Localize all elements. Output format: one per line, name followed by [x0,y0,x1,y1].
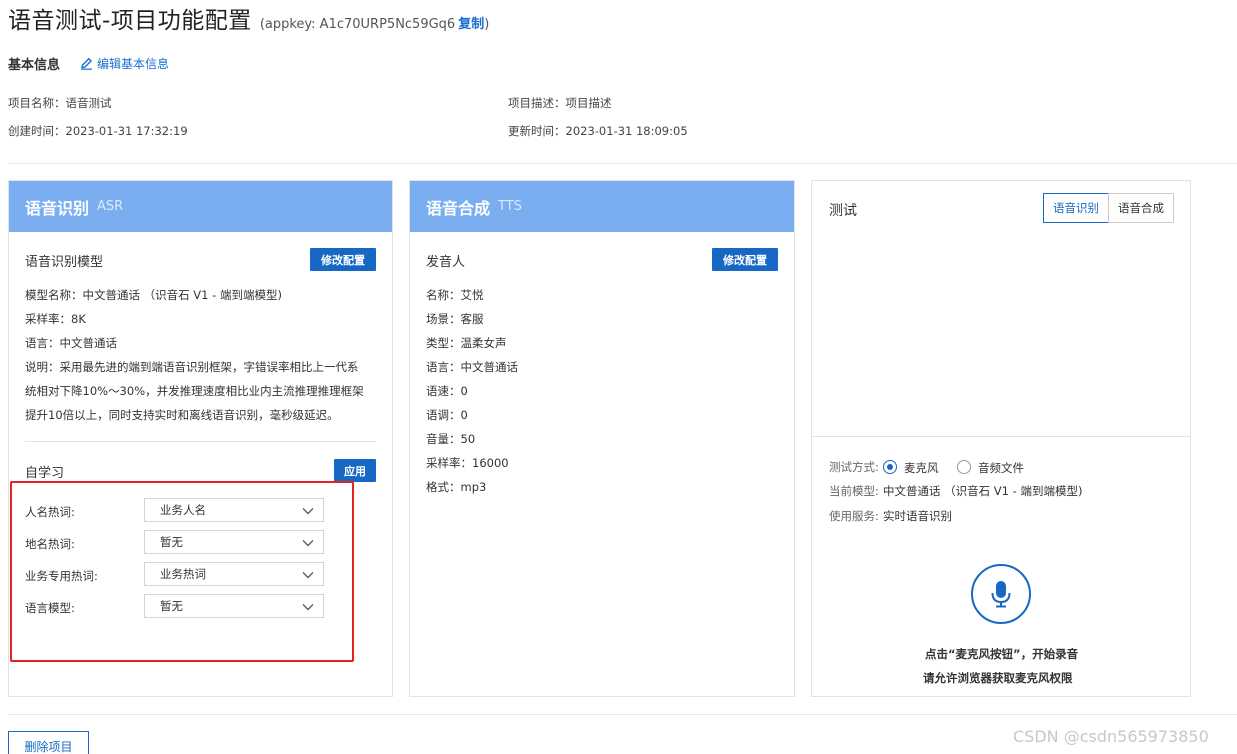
asr-panel-header: 语音识别 ASR [9,181,392,232]
tts-modify-config-button[interactable]: 修改配置 [712,248,778,271]
microphone-option-label: 麦克风 [904,461,939,475]
chevron-down-icon [302,540,314,547]
audio-file-option-label: 音频文件 [978,461,1024,475]
tab-asr[interactable]: 语音识别 [1043,193,1109,223]
business-hotword-label: 业务专用热词: [25,569,98,583]
tts-detail-line: 语速：0 [426,384,468,398]
copy-appkey-link[interactable]: 复制 [458,13,484,32]
asr-modify-config-button[interactable]: 修改配置 [310,248,376,271]
mic-hint-permission: 请允许浏览器获取麦克风权限 [923,671,1073,685]
self-learning-section-title: 自学习 [25,466,65,481]
edit-basic-info-label: 编辑基本信息 [97,57,170,71]
tts-detail-line: 格式：mp3 [426,480,487,494]
service-label: 使用服务: [829,509,879,523]
test-panel-divider [812,436,1190,437]
tts-detail-line: 名称：艾悦 [426,288,484,302]
basic-info-label: 基本信息 [8,58,61,73]
tts-detail-line: 音量：50 [426,432,476,446]
language-model-select[interactable]: 暂无 [144,594,324,618]
chevron-down-icon [302,508,314,515]
pencil-icon [81,57,92,70]
appkey-suffix: ) [484,17,490,32]
chevron-down-icon [302,604,314,611]
language-model-label: 语言模型: [25,601,75,615]
current-model-label: 当前模型: [829,484,879,498]
asr-sample-rate: 采样率：8K [25,312,86,326]
current-model-value: 中文普通话 （识音石 V1 - 端到端模型) [883,484,1083,498]
microphone-icon [991,581,1011,608]
tts-detail-line: 场景：客服 [426,312,484,326]
appkey-text: (appkey: A1c70URP5Nc59Gq6 [259,17,456,32]
created-time: 创建时间：2023-01-31 17:32:19 [8,124,188,138]
asr-panel-subtitle: ASR [97,199,124,214]
test-method-label: 测试方式: [829,460,879,474]
business-hotword-select[interactable]: 业务热词 [144,562,324,586]
tts-detail-line: 语言：中文普通话 [426,360,518,374]
speaker-section-title: 发音人 [426,255,466,270]
asr-section-divider [25,441,376,442]
edit-basic-info-link[interactable]: 编辑基本信息 [80,55,169,72]
tts-panel-header: 语音合成 TTS [410,181,794,232]
asr-desc-line: 提升10倍以上，同时支持实时和离线语音识别，毫秒级延迟。 [25,408,339,422]
test-panel-title: 测试 [829,203,857,219]
updated-time: 更新时间：2023-01-31 18:09:05 [508,124,688,138]
tab-tts[interactable]: 语音合成 [1108,193,1174,223]
project-description: 项目描述：项目描述 [508,96,612,110]
csdn-watermark: CSDN @csdn565973850 [1013,727,1209,746]
place-hotword-value: 暂无 [160,535,183,549]
asr-language: 语言：中文普通话 [25,336,117,350]
tts-detail-line: 语调：0 [426,408,468,422]
asr-model-section-title: 语音识别模型 [25,255,104,270]
person-hotword-value: 业务人名 [160,503,206,517]
asr-model-name: 模型名称：中文普通话 （识音石 V1 - 端到端模型) [25,288,282,302]
project-title: 语音测试-项目功能配置 [8,8,252,34]
asr-panel-title: 语音识别 [25,198,90,218]
delete-project-button[interactable]: 删除项目 [8,731,89,754]
asr-desc-line: 统相对下降10%～30%，并发推理速度相比业内主流推理推理框架 [25,384,364,398]
person-hotword-label: 人名热词: [25,505,75,519]
project-name: 项目名称：语音测试 [8,96,112,110]
person-hotword-select[interactable]: 业务人名 [144,498,324,522]
place-hotword-select[interactable]: 暂无 [144,530,324,554]
header-divider [8,163,1237,164]
page-title: 语音测试-项目功能配置 (appkey: A1c70URP5Nc59Gq6 复制… [8,1,490,34]
business-hotword-value: 业务热词 [160,567,206,581]
asr-desc-line: 说明：采用最先进的端到端语音识别框架，字错误率相比上一代系 [25,360,359,374]
tts-detail-line: 采样率：16000 [426,456,509,470]
place-hotword-label: 地名热词: [25,537,75,551]
tts-panel-title: 语音合成 [426,198,491,218]
microphone-button[interactable] [971,564,1031,624]
chevron-down-icon [302,572,314,579]
tts-detail-line: 类型：温柔女声 [426,336,507,350]
service-value: 实时语音识别 [883,509,952,523]
language-model-value: 暂无 [160,599,183,613]
tts-panel-subtitle: TTS [498,199,522,214]
audio-file-radio[interactable] [957,460,971,474]
footer-divider [8,714,1237,715]
apply-button[interactable]: 应用 [334,459,376,482]
microphone-radio[interactable] [883,460,897,474]
mic-hint-start: 点击“麦克风按钮”，开始录音 [925,647,1079,661]
